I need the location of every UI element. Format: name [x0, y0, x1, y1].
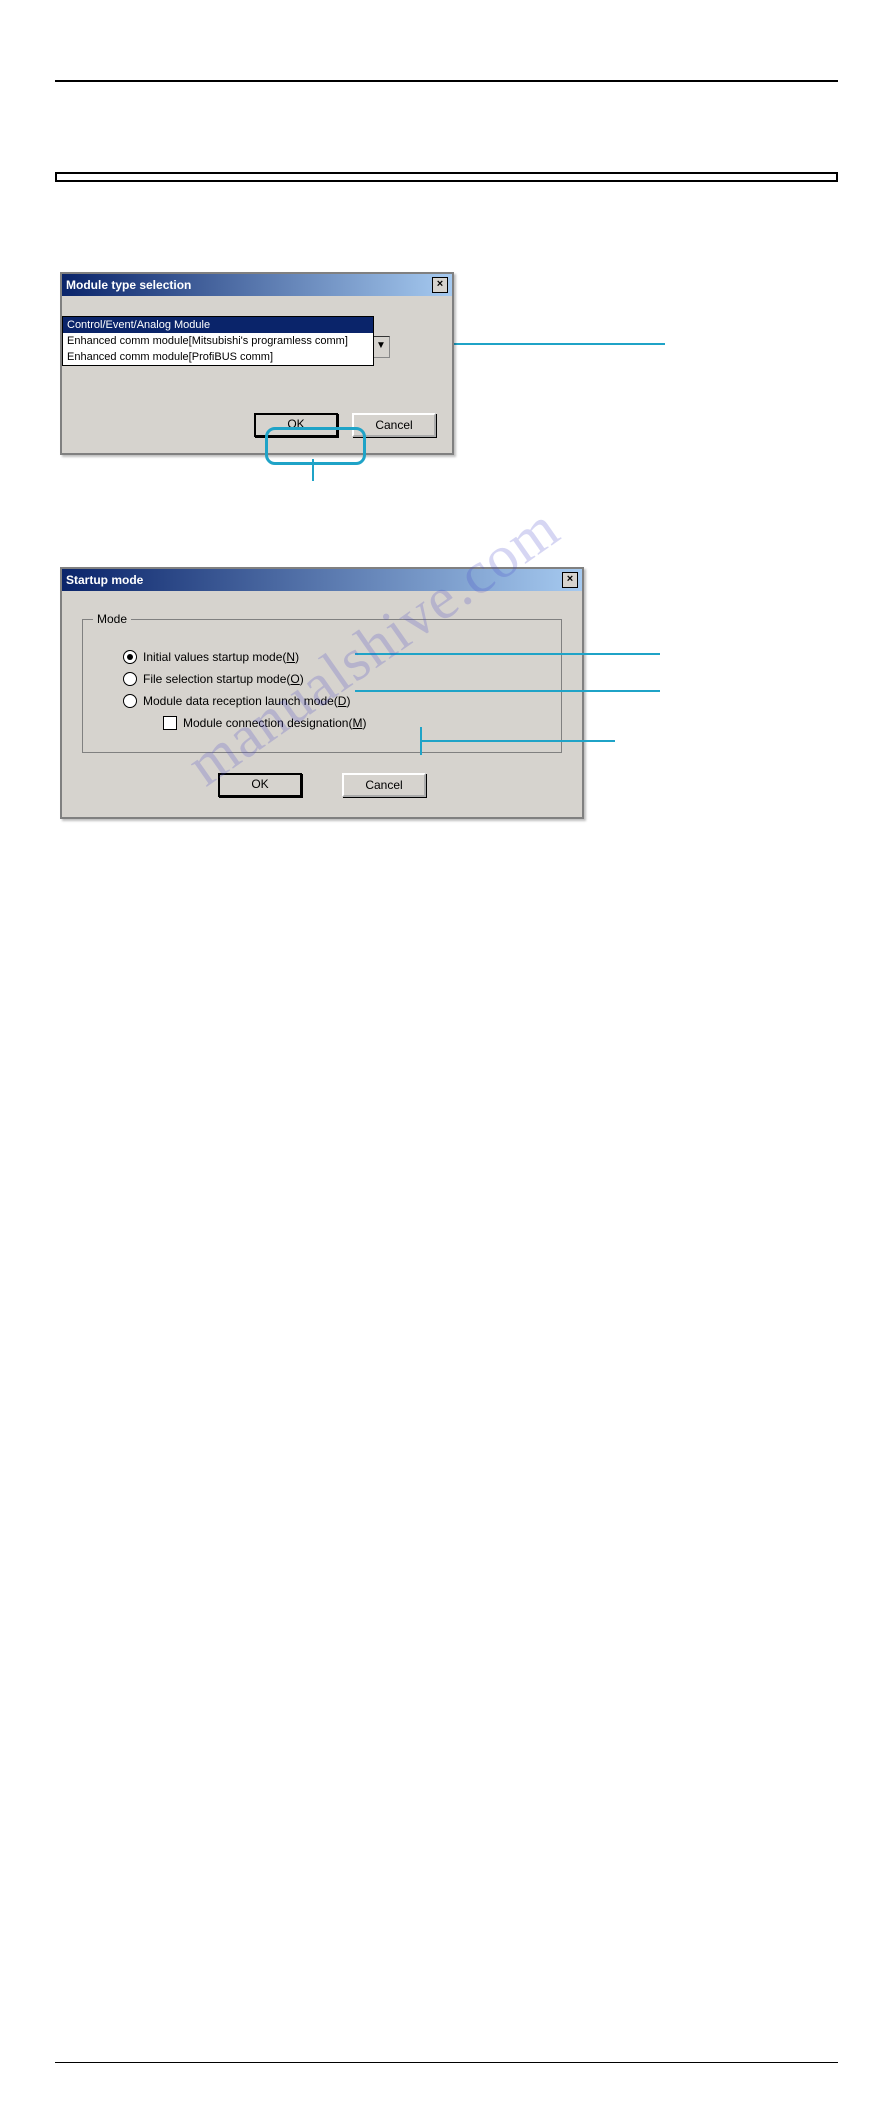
- groupbox-legend: Mode: [93, 612, 131, 626]
- radio-label: Module data reception launch mode(D): [143, 694, 350, 708]
- callout-line: [355, 653, 660, 655]
- radio-icon: [123, 694, 137, 708]
- callout-line: [420, 740, 615, 742]
- ok-button[interactable]: OK: [218, 773, 302, 797]
- chevron-down-icon[interactable]: ▼: [372, 337, 389, 357]
- section-divider: [55, 172, 838, 182]
- radio-module-data-reception[interactable]: Module data reception launch mode(D): [123, 694, 541, 708]
- page-bottom-rule: [55, 2062, 838, 2063]
- cancel-button[interactable]: Cancel: [342, 773, 426, 797]
- annotation-tick: [312, 459, 314, 481]
- titlebar: Startup mode ×: [62, 569, 582, 591]
- combo-option[interactable]: Control/Event/Analog Module: [63, 317, 373, 333]
- radio-icon: [123, 650, 137, 664]
- check-module-connection-designation[interactable]: Module connection designation(M): [163, 716, 541, 730]
- ok-button[interactable]: OK: [254, 413, 338, 437]
- radio-label: Initial values startup mode(N): [143, 650, 299, 664]
- mode-groupbox: Mode Initial values startup mode(N) File…: [82, 619, 562, 753]
- radio-icon: [123, 672, 137, 686]
- titlebar: Module type selection ×: [62, 274, 452, 296]
- close-icon[interactable]: ×: [562, 572, 578, 588]
- dialog-title: Startup mode: [66, 573, 143, 587]
- combo-option[interactable]: Enhanced comm module[ProfiBUS comm]: [63, 349, 373, 365]
- dialog-module-type-selection: Module type selection × Control/Event/An…: [60, 272, 454, 455]
- callout-line: [355, 690, 660, 692]
- dialog-startup-mode: Startup mode × Mode Initial values start…: [60, 567, 584, 819]
- combo-dropdown-list[interactable]: Control/Event/Analog Module Enhanced com…: [62, 316, 374, 366]
- checkbox-label: Module connection designation(M): [183, 716, 366, 730]
- combo-option[interactable]: Enhanced comm module[Mitsubishi's progra…: [63, 333, 373, 349]
- radio-label: File selection startup mode(O): [143, 672, 304, 686]
- close-icon[interactable]: ×: [432, 277, 448, 293]
- radio-file-selection[interactable]: File selection startup mode(O): [123, 672, 541, 686]
- checkbox-icon: [163, 716, 177, 730]
- page-top-rule: [55, 80, 838, 82]
- cancel-button[interactable]: Cancel: [352, 413, 436, 437]
- dialog-title: Module type selection: [66, 278, 191, 292]
